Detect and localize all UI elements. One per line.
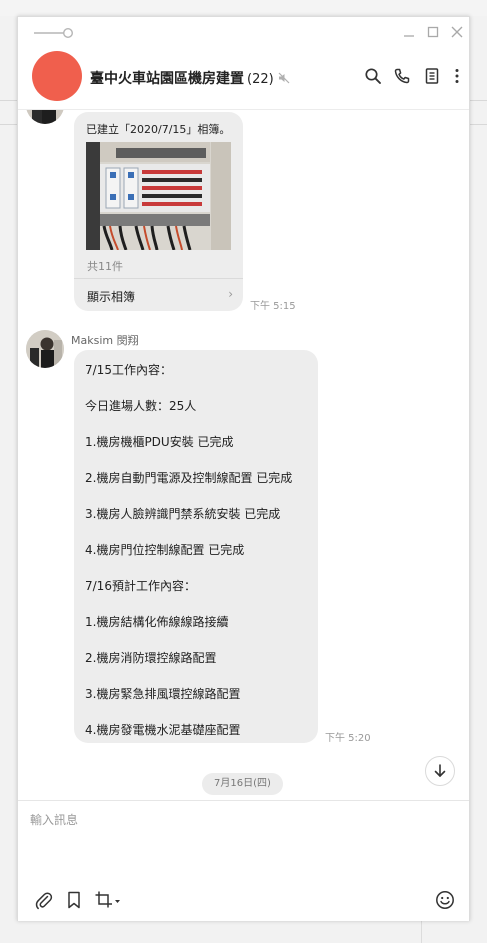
background-divider bbox=[0, 100, 17, 101]
phone-icon[interactable] bbox=[393, 67, 411, 85]
background-app bbox=[0, 0, 487, 16]
paperclip-icon[interactable] bbox=[34, 890, 54, 910]
background-divider bbox=[470, 124, 487, 125]
message-line: 3.機房緊急排風環控線路配置 bbox=[85, 687, 241, 701]
album-photo[interactable] bbox=[86, 142, 231, 250]
album-caption: 已建立「2020/7/15」相簿。 bbox=[86, 123, 231, 136]
chat-name: 臺中火車站園區機房建置 bbox=[90, 71, 244, 87]
close-icon[interactable] bbox=[450, 25, 464, 39]
album-item-count: 共11件 bbox=[87, 260, 123, 273]
chat-window: 臺中火車站園區機房建置 (22) 已建立「2020/7/15」相簿。 共11件 … bbox=[17, 16, 470, 921]
notes-icon[interactable] bbox=[423, 67, 441, 85]
message-input[interactable] bbox=[28, 809, 452, 873]
group-avatar[interactable] bbox=[32, 51, 82, 101]
message-list[interactable]: 已建立「2020/7/15」相簿。 共11件 顯示相簿 › 下午 5:15 Ma… bbox=[18, 110, 469, 800]
date-separator: 7月16日(四) bbox=[202, 773, 283, 795]
message-line: 4.機房門位控制線配置 已完成 bbox=[85, 543, 245, 557]
sender-name[interactable]: Maksim 閔翔 bbox=[71, 332, 139, 348]
album-divider bbox=[74, 278, 243, 279]
crop-icon[interactable] bbox=[94, 890, 122, 910]
background-divider bbox=[421, 921, 422, 943]
message-line: 4.機房發電機水泥基礎座配置 bbox=[85, 723, 241, 737]
album-message[interactable]: 已建立「2020/7/15」相簿。 共11件 顯示相簿 › bbox=[74, 112, 243, 311]
emoji-icon[interactable] bbox=[435, 890, 455, 910]
title-bar bbox=[18, 17, 469, 49]
mute-icon bbox=[278, 72, 290, 84]
message-time: 下午 5:20 bbox=[325, 733, 371, 744]
chat-header: 臺中火車站園區機房建置 (22) bbox=[18, 49, 469, 110]
more-icon[interactable] bbox=[448, 67, 466, 85]
bookmark-icon[interactable] bbox=[64, 890, 84, 910]
message-line: 1.機房機櫃PDU安裝 已完成 bbox=[85, 435, 234, 449]
message-time: 下午 5:15 bbox=[250, 301, 296, 312]
pin-icon[interactable] bbox=[34, 27, 74, 39]
message-line: 2.機房消防環控線路配置 bbox=[85, 651, 217, 665]
minimize-icon[interactable] bbox=[402, 25, 416, 39]
sender-avatar[interactable] bbox=[26, 330, 64, 368]
message-line: 今日進場人數：25人 bbox=[85, 399, 197, 413]
message-line: 3.機房人臉辨識門禁系統安裝 已完成 bbox=[85, 507, 281, 521]
message-composer bbox=[18, 800, 469, 921]
background-divider bbox=[0, 124, 17, 125]
message-line: 2.機房自動門電源及控制線配置 已完成 bbox=[85, 471, 293, 485]
message-line: 1.機房結構化佈線線路接續 bbox=[85, 615, 229, 629]
message-line: 7/16預計工作內容： bbox=[85, 579, 196, 593]
scroll-to-bottom-button[interactable] bbox=[425, 756, 455, 786]
member-count: (22) bbox=[247, 72, 274, 87]
arrow-down-icon bbox=[434, 764, 446, 777]
sender-avatar[interactable] bbox=[26, 110, 64, 124]
background-divider bbox=[470, 100, 487, 101]
maximize-icon[interactable] bbox=[426, 25, 440, 39]
chevron-right-icon: › bbox=[228, 287, 233, 301]
show-album-button[interactable]: 顯示相簿 bbox=[87, 288, 135, 305]
chat-title[interactable]: 臺中火車站園區機房建置 (22) bbox=[90, 68, 290, 88]
search-icon[interactable] bbox=[364, 67, 382, 85]
text-message-bubble[interactable]: 7/15工作內容： 今日進場人數：25人 1.機房機櫃PDU安裝 已完成 2.機… bbox=[74, 350, 318, 743]
message-line: 7/15工作內容： bbox=[85, 363, 172, 377]
